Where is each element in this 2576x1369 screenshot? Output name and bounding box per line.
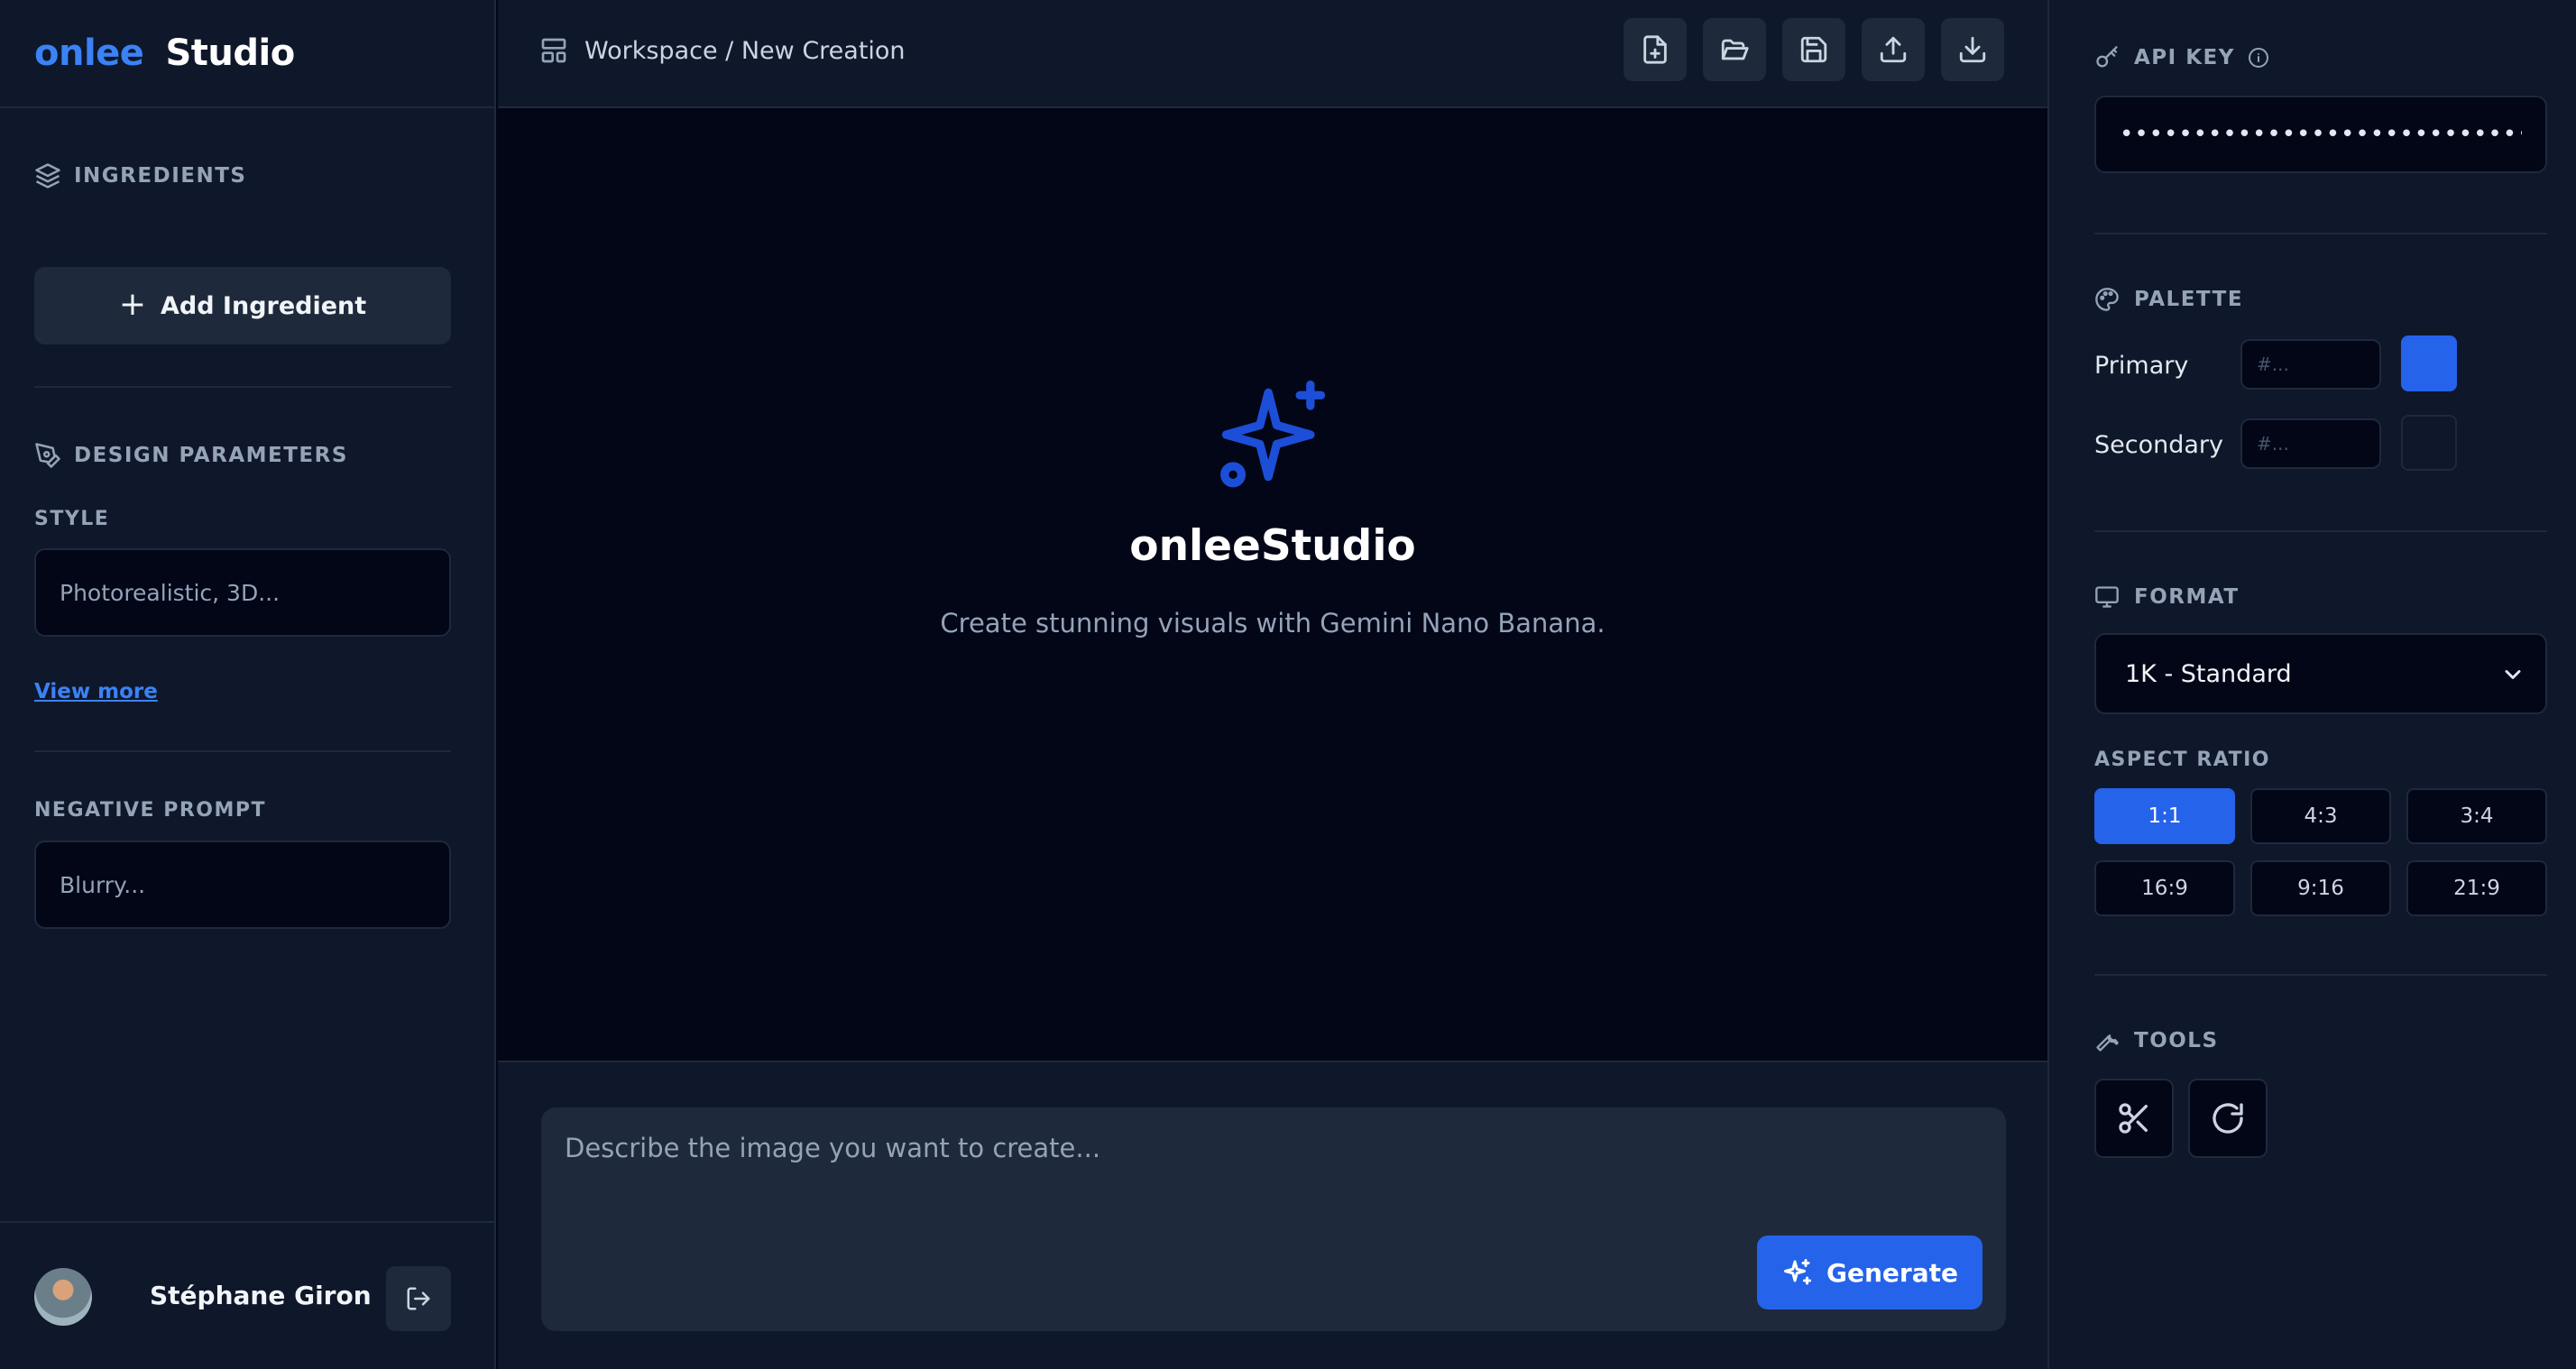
- divider: [34, 750, 451, 752]
- aspect-ratio-option[interactable]: 9:16: [2250, 860, 2391, 916]
- format-select[interactable]: 1K - Standard: [2094, 633, 2547, 714]
- layout-icon: [541, 38, 566, 63]
- user-bar: Stéphane Giron: [0, 1221, 494, 1369]
- canvas-area: onleeStudio Create stunning visuals with…: [498, 110, 2047, 1061]
- sparkles-icon: [1784, 1259, 1811, 1285]
- secondary-label: Secondary: [2094, 431, 2223, 459]
- key-icon: [2096, 46, 2118, 68]
- brand-part-1: onlee: [34, 32, 144, 74]
- add-ingredient-button[interactable]: + Add Ingredient: [34, 267, 451, 345]
- info-icon[interactable]: [2248, 47, 2269, 69]
- divider: [2094, 530, 2547, 532]
- aspect-ratio-label: ASPECT RATIO: [2094, 749, 2270, 771]
- primary-hex-input[interactable]: [2240, 339, 2381, 390]
- negative-prompt-label: NEGATIVE PROMPT: [34, 799, 267, 822]
- prompt-box: Generate: [541, 1107, 2006, 1331]
- divider: [2094, 233, 2547, 234]
- format-value: 1K - Standard: [2125, 659, 2292, 688]
- layers-icon: [35, 163, 60, 188]
- api-key-heading: API KEY: [2094, 45, 2269, 70]
- primary-label: Primary: [2094, 352, 2189, 380]
- generate-button[interactable]: Generate: [1757, 1236, 1983, 1309]
- design-parameters-heading: DESIGN PARAMETERS: [34, 442, 348, 469]
- style-input[interactable]: [34, 548, 451, 637]
- folder-open-icon: [1721, 39, 1749, 60]
- file-toolbar: [1624, 18, 2004, 81]
- chevron-down-icon: [2505, 670, 2521, 679]
- divider: [2094, 974, 2547, 976]
- aspect-ratio-option[interactable]: 1:1: [2094, 788, 2235, 844]
- ingredients-heading: INGREDIENTS: [34, 162, 246, 189]
- pen-tool-icon: [35, 443, 60, 468]
- breadcrumb: Workspace / New Creation: [539, 36, 906, 65]
- avatar[interactable]: [34, 1268, 92, 1326]
- left-sidebar: onlee Studio INGREDIENTS + Add Ingredien…: [0, 0, 496, 1369]
- sparkles-icon: [1220, 380, 1326, 488]
- hero-subtitle: Create stunning visuals with Gemini Nano…: [940, 608, 1605, 639]
- aspect-ratio-option[interactable]: 16:9: [2094, 860, 2235, 916]
- hero-title: onleeStudio: [1129, 521, 1416, 571]
- new-file-button[interactable]: [1624, 18, 1687, 81]
- breadcrumb-text: Workspace / New Creation: [584, 36, 906, 65]
- reset-tool-button[interactable]: [2188, 1079, 2268, 1158]
- primary-color-swatch[interactable]: [2401, 335, 2457, 391]
- download-icon: [1959, 36, 1986, 63]
- aspect-ratio-option[interactable]: 4:3: [2250, 788, 2391, 844]
- rotate-icon: [2213, 1103, 2243, 1134]
- top-bar: Workspace / New Creation: [498, 0, 2047, 108]
- api-key-input[interactable]: [2094, 96, 2547, 173]
- aspect-ratio-option[interactable]: 3:4: [2406, 788, 2547, 844]
- save-icon: [1800, 36, 1827, 63]
- tools-heading-text: TOOLS: [2134, 1029, 2219, 1052]
- wrench-icon: [2096, 1034, 2119, 1052]
- save-button[interactable]: [1782, 18, 1845, 81]
- divider: [34, 386, 451, 388]
- format-heading: FORMAT: [2094, 584, 2240, 610]
- palette-heading-text: PALETTE: [2134, 288, 2244, 311]
- ingredients-heading-text: INGREDIENTS: [74, 164, 247, 188]
- logout-icon: [407, 1287, 430, 1310]
- palette-icon: [2095, 288, 2119, 311]
- cut-tool-button[interactable]: [2094, 1079, 2174, 1158]
- upload-button[interactable]: [1862, 18, 1925, 81]
- api-key-heading-text: API KEY: [2134, 46, 2235, 69]
- monitor-icon: [2095, 586, 2119, 608]
- open-button[interactable]: [1703, 18, 1766, 81]
- prompt-area: Generate: [498, 1061, 2047, 1369]
- tools-heading: TOOLS: [2094, 1028, 2219, 1053]
- design-parameters-text: DESIGN PARAMETERS: [74, 444, 348, 467]
- right-sidebar: API KEY PALETTE Primary Secondary FORMAT…: [2047, 0, 2576, 1369]
- style-label: STYLE: [34, 508, 110, 530]
- generate-label: Generate: [1826, 1257, 1958, 1288]
- aspect-ratio-option[interactable]: 21:9: [2406, 860, 2547, 916]
- scissors-icon: [2119, 1103, 2148, 1134]
- add-ingredient-label: Add Ingredient: [160, 291, 367, 320]
- format-heading-text: FORMAT: [2134, 585, 2240, 609]
- logout-button[interactable]: [386, 1266, 451, 1331]
- secondary-hex-input[interactable]: [2240, 418, 2381, 469]
- plus-icon: +: [118, 285, 146, 323]
- download-button[interactable]: [1941, 18, 2004, 81]
- upload-icon: [1880, 36, 1907, 63]
- file-plus-icon: [1643, 35, 1667, 64]
- palette-heading: PALETTE: [2094, 287, 2243, 312]
- user-name: Stéphane Giron: [150, 1281, 372, 1310]
- app-root: onlee Studio INGREDIENTS + Add Ingredien…: [0, 0, 2576, 1369]
- brand-logo: onlee Studio: [0, 0, 494, 108]
- secondary-color-swatch[interactable]: [2401, 415, 2457, 471]
- tools-row: [2094, 1079, 2268, 1158]
- negative-prompt-input[interactable]: [34, 841, 451, 929]
- brand-part-2: Studio: [165, 32, 295, 74]
- view-more-link[interactable]: View more: [34, 680, 158, 703]
- aspect-ratio-grid: 1:1 4:3 3:4 16:9 9:16 21:9: [2094, 788, 2547, 916]
